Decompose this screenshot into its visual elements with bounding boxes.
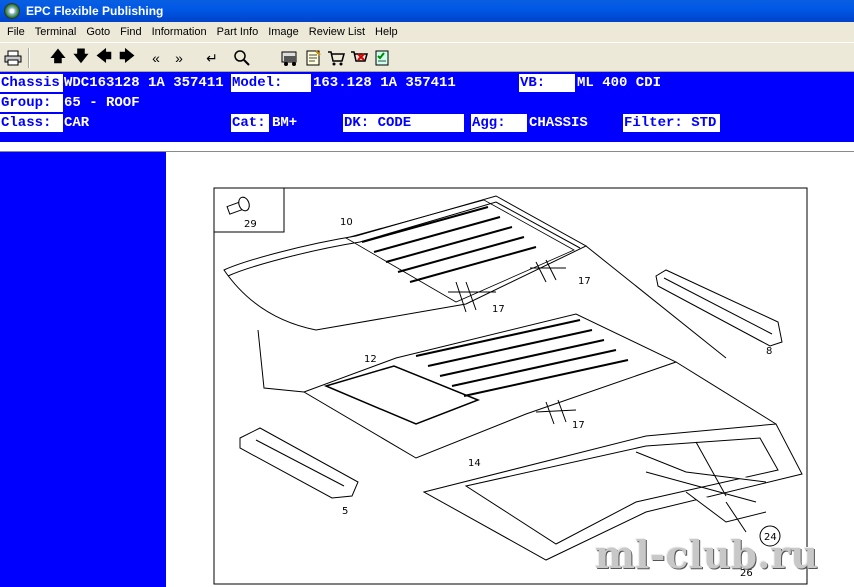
- magnifier-icon[interactable]: [231, 47, 253, 69]
- model-value: 163.128 1A 357411: [313, 75, 456, 91]
- menu-help[interactable]: Help: [370, 22, 403, 42]
- toolbar: 🡅 🡇 🡄 🡆 « » ↵: [0, 42, 854, 72]
- double-right-icon[interactable]: »: [168, 47, 190, 69]
- group-value: 65 - ROOF: [64, 95, 140, 111]
- print-icon[interactable]: [2, 47, 24, 69]
- callout-8: 8: [766, 346, 772, 357]
- callout-17b: 17: [492, 304, 505, 315]
- model-label: Model:: [231, 74, 311, 92]
- parts-diagram[interactable]: 29 10 17 17 8 12 17 14 5 24 26 ml-club.r…: [166, 152, 854, 587]
- checklist-icon[interactable]: [371, 47, 393, 69]
- chassis-label: Chassis:: [0, 74, 69, 92]
- dk-code-field[interactable]: DK: CODE: [343, 114, 464, 132]
- watermark-logo: ml-club.ru: [594, 532, 818, 577]
- arrow-down-icon[interactable]: 🡇: [70, 47, 92, 69]
- vb-value: ML 400 CDI: [577, 75, 662, 91]
- class-label: Class:: [0, 114, 63, 132]
- menu-information[interactable]: Information: [147, 22, 212, 42]
- left-nav-panel[interactable]: [0, 152, 166, 587]
- vehicle-info-header: Chassis: WDC163128 1A 357411 Model: 163.…: [0, 72, 854, 142]
- chassis-value: WDC163128 1A 357411: [64, 75, 224, 91]
- cart-remove-icon[interactable]: [348, 47, 370, 69]
- group-label: Group:: [0, 94, 63, 112]
- class-value: CAR: [64, 115, 90, 131]
- app-disc-icon: [4, 3, 20, 19]
- arrow-up-icon[interactable]: 🡅: [47, 47, 69, 69]
- notepad-icon[interactable]: [302, 47, 324, 69]
- callout-29: 29: [244, 219, 257, 230]
- callout-12: 12: [364, 354, 377, 365]
- cat-label: Cat:: [231, 114, 269, 132]
- filter-field[interactable]: Filter: STD: [623, 114, 720, 132]
- double-left-icon[interactable]: «: [145, 47, 167, 69]
- menu-terminal[interactable]: Terminal: [30, 22, 82, 42]
- callout-17a: 17: [578, 276, 591, 287]
- menu-review-list[interactable]: Review List: [304, 22, 370, 42]
- window-title: EPC Flexible Publishing: [26, 4, 164, 18]
- menu-file[interactable]: File: [2, 22, 30, 42]
- arrow-right-icon[interactable]: 🡆: [116, 47, 138, 69]
- callout-17c: 17: [572, 420, 585, 431]
- header-divider: [0, 142, 854, 152]
- callout-10: 10: [340, 217, 353, 228]
- callout-14: 14: [468, 458, 481, 469]
- cart-icon[interactable]: [325, 47, 347, 69]
- menu-find[interactable]: Find: [115, 22, 146, 42]
- cat-value: BM+: [272, 115, 298, 131]
- title-bar: EPC Flexible Publishing: [0, 0, 854, 22]
- vb-label: VB:: [519, 74, 575, 92]
- menu-goto[interactable]: Goto: [81, 22, 115, 42]
- agg-value: CHASSIS: [529, 115, 588, 131]
- agg-label: Agg:: [471, 114, 527, 132]
- menu-bar: File Terminal Goto Find Information Part…: [0, 22, 854, 42]
- enter-icon[interactable]: ↵: [201, 47, 223, 69]
- arrow-left-icon[interactable]: 🡄: [93, 47, 115, 69]
- callout-5: 5: [342, 506, 348, 517]
- menu-image[interactable]: Image: [263, 22, 304, 42]
- vehicle-icon[interactable]: [279, 47, 301, 69]
- menu-part-info[interactable]: Part Info: [212, 22, 264, 42]
